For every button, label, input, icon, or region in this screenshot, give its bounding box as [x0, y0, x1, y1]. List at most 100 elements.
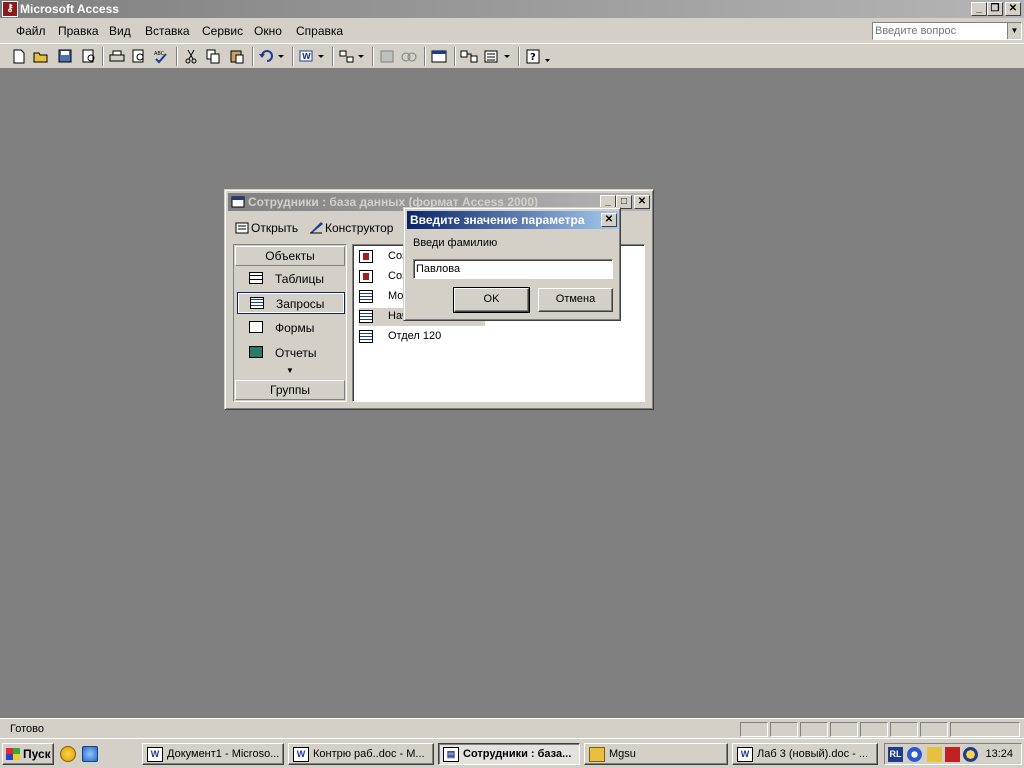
browser-icon[interactable] [82, 746, 98, 762]
parameter-dialog-title-bar[interactable]: Введите значение параметра ✕ [407, 211, 619, 229]
close-button[interactable]: ✕ [1005, 2, 1021, 16]
menu-help[interactable]: Справка [296, 24, 343, 38]
status-panel [890, 722, 918, 737]
design-view-button[interactable]: Конструктор [309, 220, 393, 235]
report-icon [249, 346, 263, 358]
windows-logo-icon [6, 748, 20, 760]
open-object-icon [235, 222, 249, 234]
scroll-down-chevron-icon[interactable]: ▼ [286, 366, 294, 375]
save-icon[interactable] [56, 48, 74, 65]
help-icon[interactable]: ? [524, 48, 542, 65]
database-icon: ▤ [443, 747, 459, 762]
new-document-icon[interactable] [10, 48, 28, 65]
menu-tools[interactable]: Сервис [202, 24, 243, 38]
groups-header[interactable]: Группы [235, 380, 345, 400]
query-icon [250, 297, 264, 309]
analyze-chevron-down-icon[interactable] [356, 48, 366, 65]
task-label: Mgsu [609, 748, 636, 760]
script-icon[interactable] [400, 48, 418, 65]
restore-button[interactable]: ❐ [987, 2, 1003, 16]
new-object-chevron-down-icon[interactable] [502, 48, 512, 65]
start-button[interactable]: Пуск [2, 743, 54, 765]
print-preview-icon[interactable] [130, 48, 148, 65]
language-indicator[interactable]: RL [888, 747, 903, 762]
paste-icon[interactable] [228, 48, 246, 65]
analyze-icon[interactable] [338, 48, 356, 65]
code-icon[interactable] [378, 48, 396, 65]
task-button[interactable]: W Лаб 3 (новый).doc - ... [732, 743, 878, 765]
toolbar-separator [252, 47, 254, 66]
eye-icon[interactable] [907, 747, 922, 762]
menu-bar: Файл Правка Вид Вставка Сервис Окно Спра… [0, 18, 1024, 44]
cut-icon[interactable] [182, 48, 200, 65]
start-label: Пуск [23, 747, 51, 761]
access-key-icon[interactable]: ⚷ [2, 1, 18, 17]
object-queries[interactable]: Запросы [237, 292, 345, 314]
toolbar-separator [332, 47, 334, 66]
clock[interactable]: 13:24 [985, 748, 1013, 760]
table-icon [249, 272, 263, 284]
app-title-bar[interactable]: ⚷ Microsoft Access _ ❐ ✕ [0, 0, 1024, 18]
object-reports[interactable]: Отчеты [237, 342, 345, 364]
query-icon [359, 330, 373, 343]
menu-insert[interactable]: Вставка [145, 24, 190, 38]
objects-bar: Объекты Таблицы Запросы Формы Отчеты ▼ Г… [233, 244, 347, 402]
media-player-icon[interactable] [60, 746, 76, 762]
system-tray: RL 13:24 [884, 743, 1022, 765]
db-close-button[interactable]: ✕ [634, 195, 650, 209]
office-links-chevron-down-icon[interactable] [316, 48, 326, 65]
undo-icon[interactable] [258, 48, 276, 65]
print-icon[interactable] [108, 48, 126, 65]
properties-icon[interactable] [430, 48, 448, 65]
network-icon[interactable] [963, 747, 978, 762]
cancel-button[interactable]: Отмена [538, 288, 613, 312]
status-text: Готово [10, 723, 44, 735]
toolbar-separator [292, 47, 294, 66]
menu-edit[interactable]: Правка [58, 24, 99, 38]
toolbar-options-chevron-down-icon[interactable] [544, 48, 552, 65]
relationships-icon[interactable] [460, 48, 478, 65]
task-label: Контрю раб..doc - M... [313, 748, 425, 760]
task-button[interactable]: W Контрю раб..doc - M... [288, 743, 434, 765]
open-folder-icon[interactable] [32, 48, 50, 65]
office-links-icon[interactable]: W [298, 48, 316, 65]
spelling-icon[interactable]: ABC [152, 48, 170, 65]
task-button[interactable]: W Документ1 - Microso... [142, 743, 284, 765]
menu-file[interactable]: Файл [16, 24, 46, 38]
query-icon [359, 290, 373, 303]
design-view-icon [310, 222, 323, 234]
tray-app-icon[interactable] [927, 747, 942, 762]
query-icon [359, 310, 373, 323]
copy-icon[interactable] [204, 48, 222, 65]
status-panel [770, 722, 798, 737]
status-panel [800, 722, 828, 737]
antivirus-icon[interactable] [945, 747, 960, 762]
task-button[interactable]: Mgsu [584, 743, 728, 765]
object-forms[interactable]: Формы [237, 317, 345, 339]
parameter-field[interactable] [413, 259, 613, 279]
dialog-close-button[interactable]: ✕ [601, 213, 617, 227]
menu-window[interactable]: Окно [254, 24, 282, 38]
help-question-box[interactable]: ▼ [872, 22, 1022, 40]
ok-button[interactable]: OK [453, 287, 530, 313]
undo-dropdown-chevron-down-icon[interactable] [276, 48, 286, 65]
help-question-input[interactable] [875, 24, 1003, 38]
minimize-button[interactable]: _ [971, 2, 987, 16]
form-icon [249, 321, 263, 333]
new-object-icon[interactable] [482, 48, 500, 65]
toolbar-separator [102, 47, 104, 66]
chevron-down-icon[interactable]: ▼ [1007, 23, 1021, 39]
object-tables[interactable]: Таблицы [237, 268, 345, 290]
parameter-input[interactable] [416, 262, 608, 276]
status-panel [860, 722, 888, 737]
wizard-icon [359, 270, 373, 283]
task-label: Лаб 3 (новый).doc - ... [757, 748, 869, 760]
menu-view[interactable]: Вид [109, 24, 131, 38]
open-object-button[interactable]: Открыть [235, 220, 298, 235]
file-search-icon[interactable] [80, 48, 98, 65]
objects-header[interactable]: Объекты [235, 246, 345, 266]
toolbar-separator [424, 47, 426, 66]
object-reports-label: Отчеты [275, 346, 317, 360]
folder-icon [589, 747, 605, 762]
task-button-active[interactable]: ▤ Сотрудники : база... [438, 743, 580, 765]
